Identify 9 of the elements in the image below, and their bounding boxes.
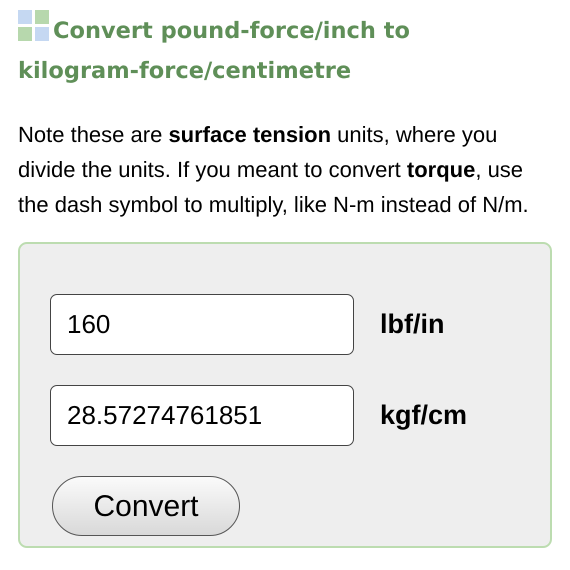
- value-field[interactable]: 160: [50, 294, 354, 355]
- unit-label: lbf/in: [380, 308, 444, 342]
- unit-label: kgf/cm: [380, 399, 468, 432]
- note-paragraph: Note these are surface tension units, where you divide the units. If you meant to convert torque, use the dash symbol to multiply, like N-m instead of N/m.: [18, 121, 530, 219]
- convert-button[interactable]: Convert: [52, 476, 240, 536]
- page-heading: kilogram-force/centimetre: [18, 57, 352, 86]
- grid-icon: [18, 10, 49, 41]
- value-field[interactable]: 28.57274761851: [50, 385, 354, 446]
- page-heading: Convert pound-force/inch to: [53, 17, 410, 46]
